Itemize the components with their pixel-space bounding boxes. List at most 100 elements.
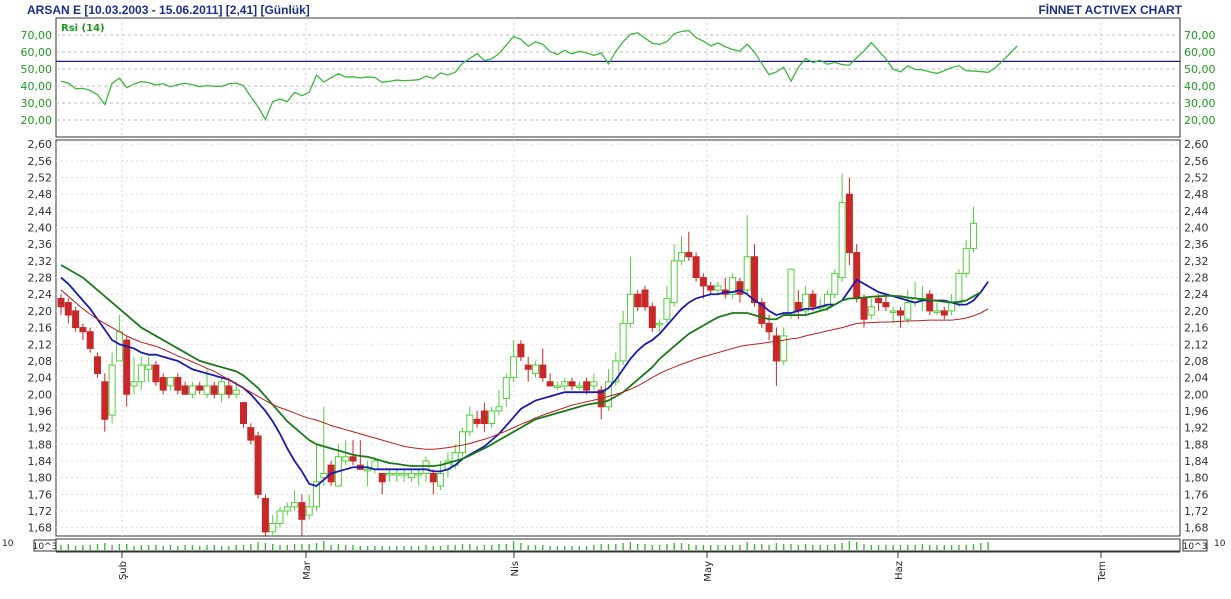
candle-body-down (174, 377, 182, 391)
month-tick-label: Haz (894, 561, 905, 580)
volume-bar (987, 542, 989, 550)
volume-bar (943, 545, 945, 550)
price-tick-label-left: 2,56 (28, 155, 53, 168)
volume-bar (856, 542, 858, 550)
candle-body-up (904, 302, 912, 320)
volume-bar (162, 546, 164, 550)
candle-body-down (298, 502, 306, 520)
candle-body-up (502, 377, 510, 399)
candle-body-down (707, 285, 715, 291)
rsi-tick-label-right: 60,00 (1184, 46, 1216, 59)
volume-bar (600, 544, 602, 550)
volume-bar (914, 545, 916, 550)
candle-body-down (152, 364, 160, 383)
volume-frame (55, 538, 1181, 552)
volume-bar (381, 546, 383, 550)
candle-body-up (889, 310, 897, 313)
volume-bar (366, 546, 369, 550)
candle-body-down (86, 331, 94, 349)
candle-body-up (561, 381, 569, 387)
rsi-tick-label-left: 70,00 (21, 29, 53, 42)
volume-bar (644, 544, 646, 550)
volume-bar (899, 545, 902, 550)
candle-body-down (940, 310, 948, 316)
volume-bar (841, 543, 843, 550)
chart-canvas: 20,00 20,00 30,00 30,00 40,00 40,00 50,00 50,00… (2, 17, 1226, 582)
volume-bar (498, 544, 500, 550)
rsi-tick-label-right: 70,00 (1184, 29, 1216, 42)
rsi-panel: 20,00 20,00 30,00 30,00 40,00 40,00 50,00 50,00… (21, 17, 1216, 138)
price-tick-label-left: 2,40 (28, 222, 53, 235)
candle-body-down (181, 385, 189, 395)
volume-bar (863, 544, 865, 550)
volume-bar (848, 541, 851, 550)
candle-body-down (765, 322, 773, 333)
candle-body-down (699, 277, 707, 287)
volume-bar (447, 545, 449, 550)
price-tick-label-right: 1,80 (1184, 472, 1209, 485)
volume-tick-label-left: 10 (2, 539, 14, 549)
price-tick-label-right: 1,88 (1184, 438, 1209, 451)
candle-body-up (575, 385, 583, 388)
candle-body-up (495, 406, 503, 412)
volume-bar (958, 545, 960, 550)
volume-bar (308, 544, 310, 550)
candle-body-up (663, 297, 671, 320)
candle-body-down (634, 293, 642, 308)
volume-bar (301, 544, 303, 550)
candle-body-down (853, 252, 861, 299)
rsi-tick-label-left: 30,00 (21, 97, 53, 110)
volume-bar (264, 543, 267, 550)
volume-bar (396, 546, 398, 550)
month-tick-label: Tem (1097, 561, 1108, 582)
volume-bar (126, 544, 128, 550)
price-frame (55, 139, 1181, 537)
price-tick-label-right: 1,68 (1184, 522, 1209, 535)
volume-bar (191, 545, 194, 550)
candle-body-up (232, 389, 240, 395)
price-tick-label-left: 2,36 (28, 238, 53, 251)
price-tick-label-right: 2,24 (1184, 288, 1209, 301)
volume-bar (199, 546, 201, 550)
volume-bar (783, 544, 785, 550)
volume-bar (585, 546, 588, 550)
price-tick-label-right: 1,84 (1184, 455, 1209, 468)
candle-body-up (108, 364, 116, 416)
volume-bar (578, 546, 580, 550)
price-tick-label-left: 1,96 (28, 405, 53, 418)
volume-multiplier-left: 10^3 (33, 542, 58, 552)
volume-bar (717, 545, 719, 550)
candle-body-down (845, 193, 853, 254)
candle-body-down (210, 385, 218, 395)
candle-body-down (196, 385, 204, 391)
rsi-tick-label-right: 20,00 (1184, 114, 1216, 127)
volume-bar (359, 546, 361, 550)
price-tick-label-right: 2,52 (1184, 172, 1209, 185)
volume-bar (133, 546, 135, 550)
volume-bar (797, 545, 799, 550)
candle-body-up (955, 272, 963, 304)
volume-bar (695, 545, 697, 550)
candle-body-down (583, 381, 591, 391)
candle-body-down (378, 472, 386, 483)
rsi-tick-label-left: 20,00 (21, 114, 53, 127)
candle-body-down (882, 302, 890, 308)
price-tick-label-right: 2,60 (1184, 138, 1209, 151)
volume-bar (293, 544, 296, 550)
candle-body-up (619, 322, 627, 362)
candle-body-up (203, 385, 211, 395)
rsi-tick-label-left: 60,00 (21, 46, 53, 59)
candle-body-up (831, 272, 839, 295)
price-tick-label-left: 2,12 (28, 338, 53, 351)
rsi-title: Rsi (14) (61, 23, 105, 34)
volume-bar (688, 544, 690, 550)
volume-bar (345, 545, 347, 550)
price-tick-label-left: 2,52 (28, 172, 53, 185)
volume-bar (89, 545, 91, 550)
candle-body-up (283, 506, 291, 512)
candle-body-down (254, 435, 262, 495)
volume-bar (812, 545, 814, 550)
volume-bar (155, 545, 157, 550)
price-tick-label-right: 2,40 (1184, 222, 1209, 235)
candle-body-up (364, 468, 372, 472)
